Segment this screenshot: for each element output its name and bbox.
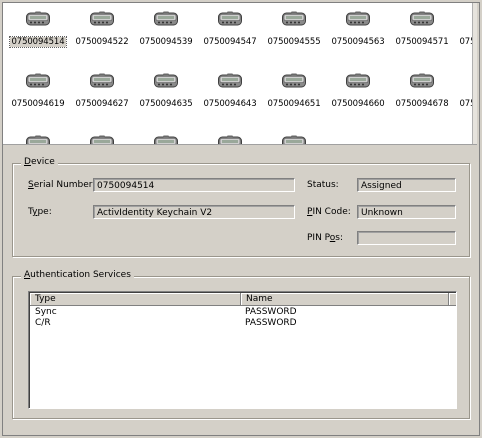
token-serial-label: 0750094571	[395, 37, 449, 47]
pin-code-field[interactable]: Unknown	[357, 205, 456, 219]
authentication-services-list[interactable]: Type Name Sync PASSWORD C/R PASSWORD	[28, 291, 457, 409]
token-item-partial[interactable]	[198, 127, 262, 144]
keychain-token-icon	[218, 11, 242, 26]
token-item-partial[interactable]	[70, 127, 134, 144]
keychain-token-icon	[410, 11, 434, 26]
type-label: Type:	[28, 207, 52, 217]
serial-number-field[interactable]: 0750094514	[93, 178, 295, 192]
token-serial-label: 0750094627	[75, 99, 129, 109]
keychain-token-icon	[154, 73, 178, 88]
token-serial-label: 0750094547	[203, 37, 257, 47]
pin-pos-field[interactable]	[357, 231, 456, 245]
token-item[interactable]: 0750094660	[326, 65, 390, 117]
token-item-partial[interactable]	[134, 127, 198, 144]
keychain-token-icon	[26, 135, 50, 144]
token-serial-label: 0750094555	[267, 37, 321, 47]
token-item[interactable]: 0750094563	[326, 3, 390, 55]
token-item[interactable]: 0750094619	[6, 65, 70, 117]
cell-name: PASSWORD	[245, 318, 297, 328]
keychain-token-icon	[26, 73, 50, 88]
token-item[interactable]: 0750094571	[390, 3, 454, 55]
keychain-token-icon	[218, 73, 242, 88]
token-item[interactable]: 0750094555	[262, 3, 326, 55]
token-item[interactable]: 0750094643	[198, 65, 262, 117]
status-field[interactable]: Assigned	[357, 178, 456, 192]
token-serial-label: 0750094660	[331, 99, 385, 109]
pin-pos-label: PIN Pos:	[307, 233, 344, 243]
column-header-filler	[449, 293, 456, 306]
table-row[interactable]: C/R PASSWORD	[30, 318, 455, 329]
token-item-partial[interactable]	[6, 127, 70, 144]
keychain-token-icon	[282, 135, 306, 144]
pin-code-label: PIN Code:	[307, 207, 351, 217]
token-item[interactable]: 0750094635	[134, 65, 198, 117]
keychain-token-icon	[26, 11, 50, 26]
cell-type: C/R	[35, 318, 51, 328]
token-serial-label: 0750094539	[139, 37, 193, 47]
device-group-title: Device	[21, 157, 58, 167]
token-item[interactable]: 0750094539	[134, 3, 198, 55]
token-serial-label: 0750094678	[395, 99, 449, 109]
column-header-type[interactable]: Type	[30, 293, 241, 306]
type-field[interactable]: ActivIdentity Keychain V2	[93, 205, 295, 219]
token-serial-label: 0750094635	[139, 99, 193, 109]
serial-number-label: Serial Number:	[28, 180, 96, 190]
token-serial-label: 0750094643	[203, 99, 257, 109]
token-icon-view[interactable]: 0750094514 0750094522 0750094539 0750094547…	[3, 3, 477, 145]
vertical-scrollbar[interactable]	[472, 3, 477, 144]
keychain-token-icon	[282, 11, 306, 26]
keychain-token-icon	[154, 135, 178, 144]
keychain-token-icon	[218, 135, 242, 144]
token-serial-label: 0750094522	[75, 37, 129, 47]
table-row[interactable]: Sync PASSWORD	[30, 307, 455, 318]
keychain-token-icon	[282, 73, 306, 88]
keychain-token-icon	[346, 73, 370, 88]
token-item-partial[interactable]	[262, 127, 326, 144]
token-item[interactable]: 0750094522	[70, 3, 134, 55]
token-item[interactable]: 0750094651	[262, 65, 326, 117]
keychain-token-icon	[410, 73, 434, 88]
token-item[interactable]: 0750094547	[198, 3, 262, 55]
list-header: Type Name	[30, 293, 456, 306]
column-header-name[interactable]: Name	[241, 293, 449, 306]
keychain-token-icon	[90, 11, 114, 26]
token-serial-label: 0750094563	[331, 37, 385, 47]
keychain-token-icon	[90, 135, 114, 144]
token-serial-label: 0750094514	[9, 36, 67, 48]
token-serial-label: 0750094651	[267, 99, 321, 109]
status-label: Status:	[307, 180, 339, 190]
cell-type: Sync	[35, 307, 57, 317]
token-item[interactable]: 0750094627	[70, 65, 134, 117]
token-item[interactable]: 0750094514	[6, 3, 70, 55]
keychain-token-icon	[346, 11, 370, 26]
authentication-services-title: Authentication Services	[21, 270, 134, 280]
token-item[interactable]: 0750094678	[390, 65, 454, 117]
keychain-token-icon	[90, 73, 114, 88]
token-serial-label: 0750094619	[11, 99, 65, 109]
cell-name: PASSWORD	[245, 307, 297, 317]
keychain-token-icon	[154, 11, 178, 26]
